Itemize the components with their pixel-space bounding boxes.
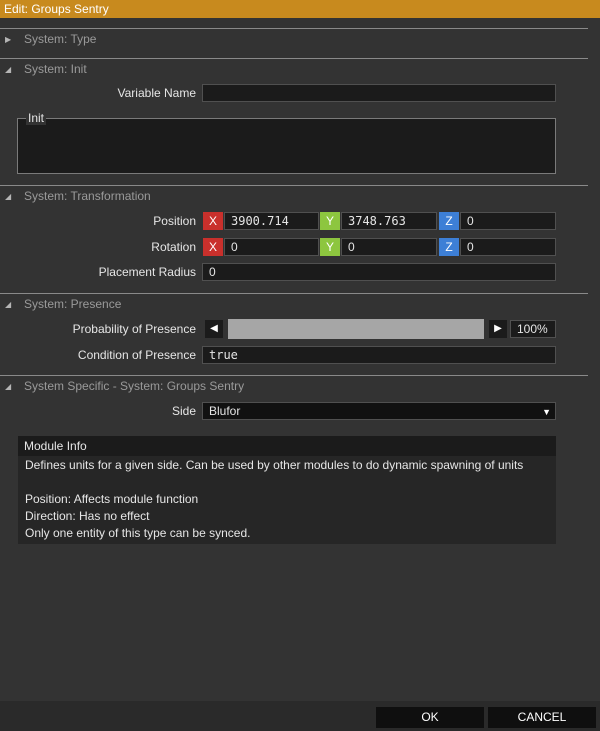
placement-radius-label: Placement Radius [98,265,196,279]
section-title: System: Type [24,32,97,46]
triangle-down-icon: ◢ [5,65,12,74]
chevron-down-icon: ▼ [542,407,551,417]
placement-radius-input[interactable]: 0 [202,263,556,281]
axis-x-badge: X [203,238,223,256]
module-info-title: Module Info [18,436,556,456]
side-dropdown[interactable]: Blufor ▼ [202,402,556,420]
section-title: System Specific - System: Groups Sentry [24,379,245,393]
triangle-down-icon: ◢ [5,192,12,201]
ok-button[interactable]: OK [376,707,484,728]
axis-z-badge: Z [439,212,459,230]
module-info-line: Defines units for a given side. Can be u… [25,458,524,472]
position-y-input[interactable]: 3748.763 [341,212,437,230]
section-title: System: Init [24,62,87,76]
section-header-type[interactable]: ▶ System: Type [0,28,588,50]
rotation-z-input[interactable]: 0 [460,238,556,256]
variable-name-input[interactable] [202,84,556,102]
section-title: System: Transformation [24,189,151,203]
position-x-input[interactable]: 3900.714 [224,212,319,230]
probability-value-input[interactable]: 100% [510,320,556,338]
axis-x-badge: X [203,212,223,230]
position-label: Position [153,214,196,228]
section-title: System: Presence [24,297,122,311]
attributes-panel: ▶ System: Type ◢ System: Init Variable N… [0,18,600,701]
probability-slider-track[interactable] [228,319,484,339]
cancel-button[interactable]: CANCEL [488,707,596,728]
condition-label: Condition of Presence [77,348,196,362]
window-title: Edit: Groups Sentry [0,0,600,18]
triangle-down-icon: ◢ [5,300,12,309]
rotation-x-input[interactable]: 0 [224,238,319,256]
condition-input[interactable]: true [202,346,556,364]
section-header-transformation[interactable]: ◢ System: Transformation [0,185,588,207]
dialog-footer: OK CANCEL [0,701,600,731]
module-info-box: Module Info Defines units for a given si… [18,436,556,544]
side-value: Blufor [209,404,241,418]
module-info-line: Position: Affects module function [25,492,199,506]
probability-label: Probability of Presence [72,322,196,336]
slider-increase-button[interactable]: ▶ [489,320,507,338]
module-info-line: Only one entity of this type can be sync… [25,526,251,540]
axis-z-badge: Z [439,238,459,256]
rotation-y-input[interactable]: 0 [341,238,437,256]
position-z-input[interactable]: 0 [460,212,556,230]
triangle-down-icon: ◢ [5,382,12,391]
axis-y-badge: Y [320,212,340,230]
section-header-init[interactable]: ◢ System: Init [0,58,588,80]
variable-name-label: Variable Name [117,86,196,100]
section-header-specific[interactable]: ◢ System Specific - System: Groups Sentr… [0,375,588,397]
module-info-line: Direction: Has no effect [25,509,150,523]
slider-decrease-button[interactable]: ◀ [205,320,223,338]
rotation-label: Rotation [151,240,196,254]
init-label: Init [26,111,47,125]
axis-y-badge: Y [320,238,340,256]
side-label: Side [171,404,196,418]
init-textarea[interactable]: Init [17,111,556,174]
triangle-right-icon: ▶ [5,35,12,44]
section-header-presence[interactable]: ◢ System: Presence [0,293,588,315]
